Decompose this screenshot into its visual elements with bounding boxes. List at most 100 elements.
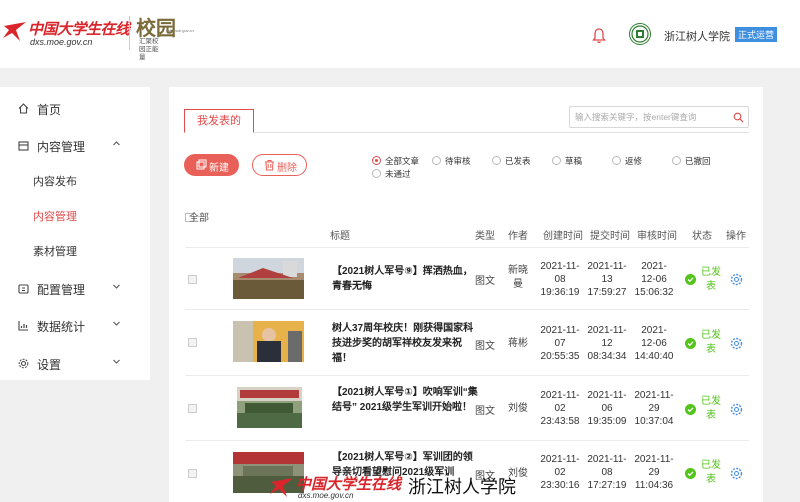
column-header-status: 状态 (692, 231, 712, 242)
status-text: 已发表 (701, 267, 721, 292)
row-checkbox[interactable] (188, 469, 197, 478)
school-name[interactable]: 浙江树人学院 (664, 28, 730, 44)
row-checkbox[interactable] (188, 338, 197, 347)
status-text: 已发表 (701, 330, 721, 355)
star-logo-icon (3, 22, 26, 41)
radio[interactable] (492, 156, 501, 165)
brand-url: dxs.moe.gov.cn (30, 37, 93, 47)
article-type: 图文 (475, 406, 495, 417)
check-circle-icon (685, 468, 696, 479)
tab-my-posts[interactable]: 我发表的 (184, 109, 254, 133)
submitted-time: 2021-11-13 17:59:27 (587, 261, 627, 298)
status-text: 已发表 (701, 396, 721, 421)
chart-icon (18, 321, 28, 331)
radio[interactable] (672, 156, 681, 165)
sidebar-item-label: 首页 (37, 103, 62, 117)
radio-selected[interactable] (372, 156, 381, 165)
brand-name: 中国大学生在线 (28, 21, 130, 38)
sidebar-subitem-manage[interactable]: 内容管理 (33, 208, 77, 224)
search-icon[interactable] (733, 112, 744, 123)
article-title[interactable]: 【2021树人军号①】吹响军训“集结号” 2021级学生军训开始啦！ (332, 385, 478, 415)
sidebar-item-label: 数据统计 (37, 320, 86, 334)
chevron-down-icon (113, 359, 120, 364)
article-thumbnail[interactable] (237, 387, 302, 428)
gear-icon[interactable] (730, 273, 743, 286)
trash-icon (265, 160, 274, 171)
table-row[interactable]: 【2021树人军号⑨】挥洒热血，青春无悔 图文 新晓曼 2021-11-08 1… (185, 247, 749, 309)
reviewed-time: 2021-11-29 11:04:36 (634, 454, 674, 491)
radio[interactable] (372, 169, 381, 178)
article-type: 图文 (475, 276, 495, 287)
sidebar-item-label: 设置 (37, 358, 62, 372)
article-thumbnail[interactable] (233, 321, 304, 362)
sidebar-item-home[interactable]: 首页 (0, 92, 150, 122)
sidebar-item-config[interactable]: 配置管理 (0, 272, 150, 302)
check-circle-icon (685, 338, 696, 349)
gear-icon[interactable] (730, 337, 743, 350)
site-logo[interactable]: 中国大学生在线 dxs.moe.gov.cn (2, 14, 130, 52)
top-header: 中国大学生在线 dxs.moe.gov.cn 校园 dxs.moe.gov.cn… (0, 0, 800, 68)
content-panel: 我发表的 新建 删除 全部文章 待审核 已发表 草稿 返修 已撤回 未通过 全部… (169, 87, 763, 502)
school-avatar[interactable] (629, 23, 651, 45)
check-circle-icon (685, 274, 696, 285)
campus-logo-url: dxs.moe.gov.cn (166, 28, 194, 33)
created-time: 2021-11-02 23:43:58 (540, 390, 580, 427)
search-box[interactable] (569, 106, 749, 128)
status-badge: 正式运营 (735, 27, 778, 42)
watermark: 中国大学生在线 dxs.moe.gov.cn 浙江树人学院 (268, 472, 558, 502)
sidebar-item-label: 内容管理 (37, 140, 86, 154)
delete-button[interactable]: 删除 (252, 154, 307, 176)
delete-button-label: 删除 (277, 163, 297, 174)
submitted-time: 2021-11-08 17:27:19 (587, 454, 627, 491)
sidebar-item-settings[interactable]: 设置 (0, 347, 150, 377)
article-author: 刘俊 (508, 403, 528, 414)
article-author: 新晓曼 (508, 265, 528, 290)
filter-label: 已发表 (505, 156, 531, 166)
gear-icon[interactable] (730, 403, 743, 416)
article-title[interactable]: 树人37周年校庆！刚获得国家科技进步奖的胡军祥校友发来祝福！ (332, 321, 478, 366)
search-input[interactable] (575, 110, 725, 124)
radio[interactable] (552, 156, 561, 165)
campus-logo-caption: 汇聚校园正能量 (139, 38, 159, 61)
column-header-author: 作者 (508, 231, 528, 242)
row-checkbox[interactable] (188, 404, 197, 413)
filter-label: 待审核 (445, 156, 471, 166)
new-button[interactable]: 新建 (184, 154, 239, 176)
sidebar-subitem-materials[interactable]: 素材管理 (33, 243, 77, 259)
home-icon (18, 103, 29, 114)
created-time: 2021-11-07 20:55:35 (540, 325, 580, 362)
created-time: 2021-11-08 19:36:19 (540, 261, 580, 298)
notification-bell-icon[interactable] (592, 28, 606, 44)
watermark-school: 浙江树人学院 (408, 477, 516, 498)
table-row[interactable]: 【2021树人军号①】吹响军训“集结号” 2021级学生军训开始啦！ 图文 刘俊… (185, 375, 749, 440)
article-thumbnail[interactable] (233, 258, 304, 299)
sidebar-subitem-publish[interactable]: 内容发布 (33, 173, 77, 189)
filter-label: 草稿 (565, 156, 583, 166)
column-header-title: 标题 (330, 231, 350, 242)
gear-icon[interactable] (730, 467, 743, 480)
school-emblem-icon (631, 25, 649, 43)
tab-divider (185, 132, 749, 133)
settings-icon (18, 358, 29, 369)
radio[interactable] (612, 156, 621, 165)
filter-label: 未通过 (385, 169, 411, 179)
sidebar-item-statistics[interactable]: 数据统计 (0, 309, 150, 339)
table-row[interactable]: 树人37周年校庆！刚获得国家科技进步奖的胡军祥校友发来祝福！ 图文 蒋彬 202… (185, 309, 749, 375)
radio[interactable] (432, 156, 441, 165)
reviewed-time: 2021-12-06 15:06:32 (634, 261, 674, 298)
column-header-submitted: 提交时间 (590, 231, 630, 242)
filter-label: 返修 (625, 156, 643, 166)
chevron-up-icon (113, 141, 120, 146)
chevron-down-icon (113, 321, 120, 326)
column-header-actions: 操作 (726, 231, 746, 242)
row-checkbox[interactable] (188, 275, 197, 284)
select-all-label: 全部 (189, 213, 209, 224)
chevron-down-icon (113, 284, 120, 289)
star-logo-icon (270, 478, 293, 497)
article-title[interactable]: 【2021树人军号⑨】挥洒热血，青春无悔 (332, 264, 478, 294)
sidebar-item-content[interactable]: 内容管理 (0, 129, 150, 159)
new-button-label: 新建 (209, 163, 229, 174)
reviewed-time: 2021-11-29 10:37:04 (634, 390, 674, 427)
campus-logo-title: 校园 (136, 18, 176, 40)
new-doc-icon (196, 159, 207, 170)
